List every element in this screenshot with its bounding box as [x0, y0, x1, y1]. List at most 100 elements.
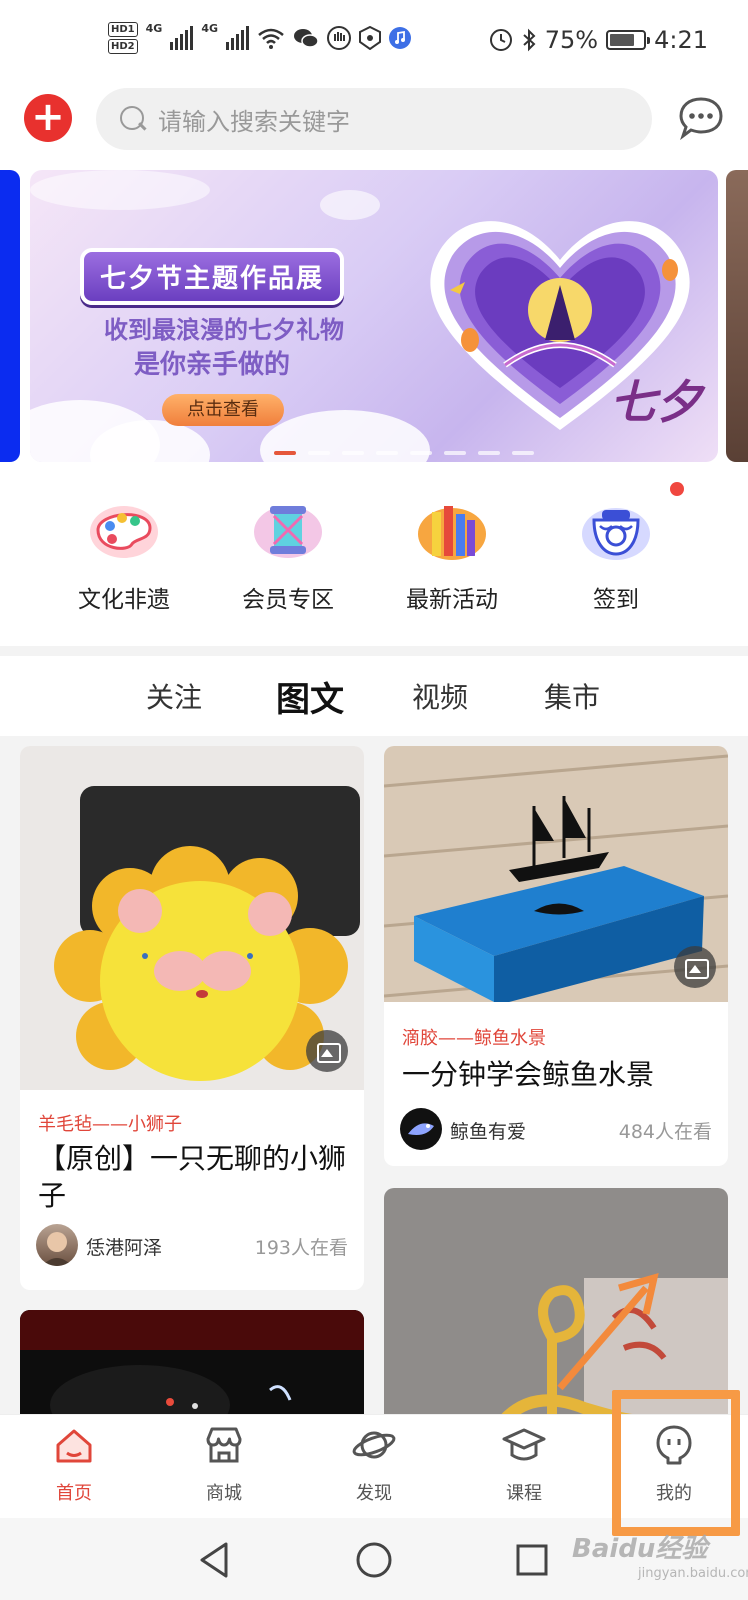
- search-placeholder: 请输入搜索关键字: [158, 107, 350, 136]
- gallery-icon: [674, 946, 716, 988]
- quick-entry-label: 会员专区: [242, 587, 334, 613]
- card-tag: 滴胶——鲸鱼水景: [402, 1028, 546, 1049]
- status-bar: HD1 HD2 4G 4G 75% 4:21: [0, 0, 748, 84]
- add-button[interactable]: +: [24, 94, 72, 142]
- top-bar: + 请输入搜索关键字: [0, 84, 748, 162]
- quick-entry-checkin[interactable]: 签到: [546, 498, 686, 614]
- quick-entry-activities[interactable]: 最新活动: [382, 498, 522, 614]
- home-icon: [56, 1429, 92, 1463]
- planet-icon: [352, 1431, 396, 1459]
- watermark-url: jingyan.baidu.com: [638, 1566, 748, 1581]
- feed-tabs: 关注 图文 视频 集市: [0, 656, 748, 736]
- hd-badge-1: HD1: [108, 22, 138, 37]
- porcelain-bowl-icon: [582, 508, 650, 560]
- pagination-dot: [512, 451, 534, 455]
- view-count: 484人在看: [618, 1121, 712, 1143]
- nav-courses[interactable]: 课程: [474, 1423, 574, 1505]
- tab-following[interactable]: 关注: [146, 676, 202, 716]
- recents-icon[interactable]: [514, 1542, 550, 1578]
- banner-title: 七夕节主题作品展: [80, 248, 345, 305]
- quick-entry-culture[interactable]: 文化非遗: [54, 498, 194, 614]
- pagination-dot-active: [274, 451, 296, 455]
- tutorial-highlight-box: [612, 1390, 740, 1536]
- wechat-icon: [294, 29, 319, 48]
- nav-label: 商城: [206, 1483, 242, 1504]
- bluetooth-icon: [523, 28, 536, 52]
- nav-home[interactable]: 首页: [24, 1423, 124, 1505]
- banner-slide[interactable]: 七夕节主题作品展 收到最浪漫的七夕礼物 是你亲手做的 点击查看 七夕: [30, 170, 718, 462]
- spool-icon: [254, 506, 322, 558]
- pagination-dot: [478, 451, 500, 455]
- banner-pagination: [274, 451, 534, 455]
- author-avatar: [400, 1108, 442, 1150]
- graduation-cap-icon: [502, 1428, 546, 1461]
- card-title: 一分钟学会鲸鱼水景: [402, 1058, 655, 1091]
- banner-subtitle-1: 收到最浪漫的七夕礼物: [104, 316, 344, 344]
- shield-icon: [359, 26, 382, 50]
- chat-bubble-icon[interactable]: [678, 96, 724, 140]
- palette-icon: [90, 506, 158, 558]
- author-name: 恁港阿泽: [86, 1237, 163, 1259]
- hand-icon: [327, 26, 352, 50]
- battery-percent: 75%: [544, 26, 599, 54]
- feed-card[interactable]: 羊毛毡——小狮子 【原创】一只无聊的小狮子 恁港阿泽 193人在看: [20, 746, 364, 1290]
- nav-label: 课程: [506, 1483, 542, 1504]
- banner-cta-button[interactable]: 点击查看: [162, 394, 284, 426]
- feed-card[interactable]: 滴胶——鲸鱼水景 一分钟学会鲸鱼水景 鲸鱼有爱 484人在看: [384, 746, 728, 1166]
- quick-entry-grid: 文化非遗 会员专区 最新活动 签到: [0, 472, 748, 646]
- view-count: 193人在看: [254, 1237, 348, 1259]
- hd-badges: HD1 HD2: [108, 22, 138, 54]
- card-image-dark: [20, 1310, 364, 1420]
- plus-icon: +: [31, 94, 65, 140]
- quick-entry-label: 签到: [593, 587, 639, 613]
- signal-icon: [226, 26, 250, 50]
- banner-carousel[interactable]: 七夕节主题作品展 收到最浪漫的七夕礼物 是你亲手做的 点击查看 七夕: [0, 162, 748, 472]
- status-left: HD1 HD2 4G 4G: [108, 22, 412, 54]
- banner-logo: 七夕: [610, 375, 702, 429]
- nav-label: 首页: [56, 1483, 92, 1504]
- tab-articles[interactable]: 图文: [276, 672, 344, 721]
- search-input[interactable]: 请输入搜索关键字: [96, 88, 652, 150]
- pencils-icon: [418, 506, 486, 560]
- music-icon: [389, 27, 412, 49]
- quick-entry-membership[interactable]: 会员专区: [218, 498, 358, 614]
- notification-badge: [670, 482, 684, 496]
- back-icon[interactable]: [196, 1540, 232, 1580]
- quick-entry-label: 最新活动: [406, 587, 498, 613]
- author-name: 鲸鱼有爱: [450, 1121, 527, 1143]
- banner-prev-peek[interactable]: [0, 170, 20, 462]
- feed-card-partial[interactable]: [384, 1188, 728, 1420]
- card-tag: 羊毛毡——小狮子: [38, 1114, 182, 1135]
- tab-market[interactable]: 集市: [544, 676, 600, 716]
- hd-badge-2: HD2: [108, 39, 138, 54]
- gallery-icon: [306, 1030, 348, 1072]
- search-icon: [120, 106, 146, 132]
- signal-icon: [170, 26, 194, 50]
- alarm-icon: [489, 29, 512, 51]
- nav-discover[interactable]: 发现: [324, 1423, 424, 1505]
- cloud-decoration: [320, 190, 380, 220]
- banner-next-peek[interactable]: [726, 170, 748, 462]
- quick-entry-label: 文化非遗: [78, 587, 170, 613]
- battery-icon: [606, 30, 651, 50]
- watermark: Baidu经验: [572, 1534, 708, 1564]
- nav-mall[interactable]: 商城: [174, 1423, 274, 1505]
- home-circle-icon[interactable]: [354, 1540, 394, 1580]
- nav-label: 发现: [356, 1483, 392, 1504]
- signal-label-1: 4G: [145, 22, 163, 35]
- pagination-dot: [444, 451, 466, 455]
- signal-label-2: 4G: [201, 22, 219, 35]
- pagination-dot: [308, 451, 330, 455]
- pagination-dot: [376, 451, 398, 455]
- wifi-icon: [258, 28, 284, 49]
- pagination-dot: [342, 451, 364, 455]
- pagination-dot: [410, 451, 432, 455]
- banner-subtitle-2: 是你亲手做的: [134, 350, 291, 380]
- card-image-chinese-knot: [384, 1188, 728, 1420]
- tab-videos[interactable]: 视频: [412, 676, 468, 716]
- feed-card-partial[interactable]: [20, 1310, 364, 1420]
- store-icon: [206, 1427, 242, 1463]
- cloud-decoration: [30, 170, 210, 210]
- clock: 4:21: [654, 26, 708, 54]
- card-title: 【原创】一只无聊的小狮子: [38, 1142, 347, 1212]
